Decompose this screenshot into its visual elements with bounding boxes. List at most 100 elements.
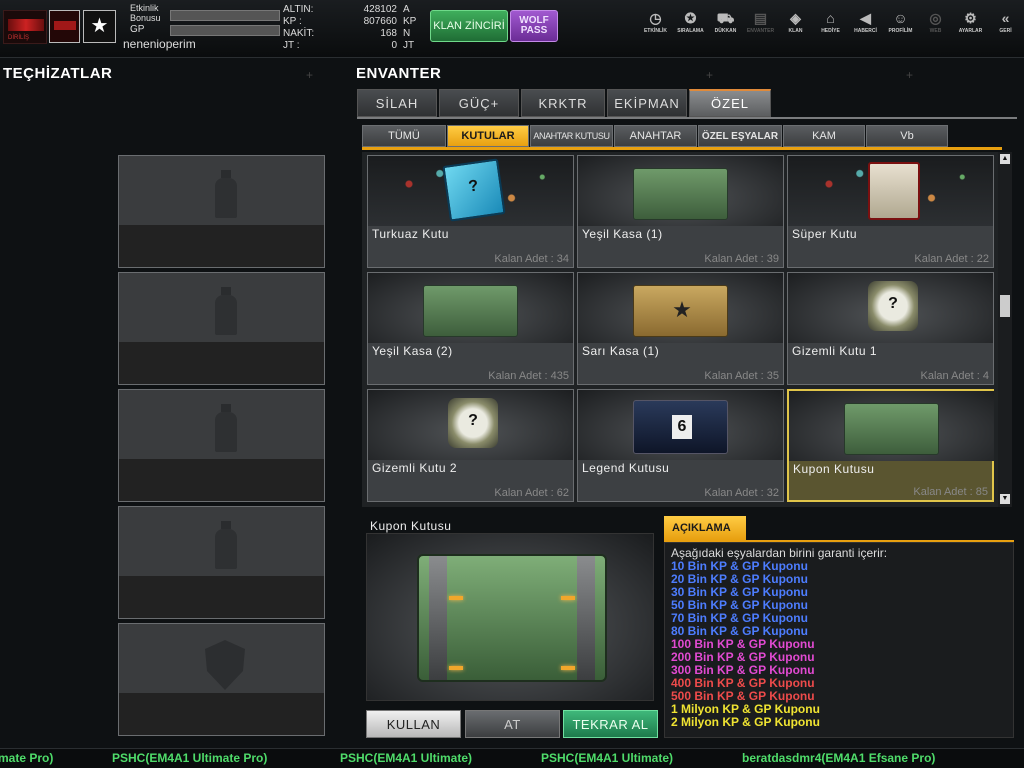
subtab-divider	[362, 147, 1002, 150]
tab-description[interactable]: AÇIKLAMA	[664, 516, 746, 540]
stat-row-gold: ALTIN: 428102 A	[283, 4, 410, 15]
mystery-box-icon: ?	[868, 281, 918, 331]
nav-profilim[interactable]: ☺ PROFİLİM	[883, 8, 918, 48]
item-image: ?	[368, 390, 573, 460]
scroll-down-icon[interactable]: ▼	[1000, 494, 1010, 504]
megaphone-icon: ◀	[860, 10, 871, 26]
item-card[interactable]: Yeşil Kasa (2) Kalan Adet : 435	[367, 272, 574, 385]
event-bonus-label: Etkinlik Bonusu	[130, 3, 161, 23]
item-card[interactable]: ? Gizemli Kutu 2 Kalan Adet : 62	[367, 389, 574, 502]
item-image: ★	[578, 273, 783, 343]
ticker-item: mate Pro)	[0, 751, 54, 765]
item-count: Kalan Adet : 4	[920, 370, 990, 382]
scroll-thumb[interactable]	[1000, 295, 1010, 317]
nav-klan[interactable]: ◈ KLAN	[778, 8, 813, 48]
medal-icon: ✪	[684, 10, 697, 26]
gift-icon: ⌂	[826, 10, 835, 26]
ticker-item: beratdasdmr4(EM4A1 Efsane Pro)	[742, 751, 936, 765]
item-name: Kupon Kutusu	[793, 462, 875, 476]
profile-icon: ☺	[893, 10, 908, 26]
tab-ozel[interactable]: ÖZEL	[689, 89, 771, 117]
item-image: ?	[788, 273, 993, 343]
subtab-anahtar[interactable]: ANAHTAR	[614, 125, 697, 147]
item-card[interactable]: ? Gizemli Kutu 1 Kalan Adet : 4	[787, 272, 994, 385]
subtab-kam[interactable]: KAM	[783, 125, 865, 147]
clan-emblem[interactable]	[49, 10, 80, 43]
stopwatch-icon: ◷	[649, 10, 662, 26]
nav-haberci[interactable]: ◀ HABERCİ	[848, 8, 883, 48]
plus-marker: +	[906, 68, 914, 82]
wolf-pass-button[interactable]: WOLF PASS	[510, 10, 558, 42]
clan-chain-button[interactable]: KLAN ZİNCİRİ	[430, 10, 508, 42]
spray-can-icon	[215, 404, 237, 452]
use-button[interactable]: KULLAN	[366, 710, 461, 738]
scroll-up-icon[interactable]: ▲	[1000, 154, 1010, 164]
item-image: 6	[578, 390, 783, 460]
tab-silah[interactable]: SİLAH	[357, 89, 437, 117]
ticker-item: PSHC(EM4A1 Ultimate)	[340, 751, 473, 765]
item-card-selected[interactable]: Kupon Kutusu Kalan Adet : 85	[787, 389, 994, 502]
cart-icon: ⛟	[716, 10, 735, 26]
top-bar: DİRİLİŞ ★ Etkinlik Bonusu GP nenenioperi…	[0, 0, 1024, 58]
buy-again-button[interactable]: TEKRAR AL	[563, 710, 658, 738]
nav-ayarlar[interactable]: ⚙ AYARLAR	[953, 8, 988, 48]
stat-row-cash: NAKİT: 168 N	[283, 28, 411, 39]
subtab-kutular[interactable]: KUTULAR	[447, 125, 529, 147]
nav-envanter[interactable]: ▤ ENVANTER	[743, 8, 778, 48]
item-card[interactable]: Süper Kutu Kalan Adet : 22	[787, 155, 994, 268]
mystery-box-icon: ?	[448, 398, 498, 448]
equipment-slot[interactable]	[118, 272, 325, 385]
turquoise-box-icon: ?	[442, 158, 506, 222]
gear-icon: ⚙	[964, 10, 977, 26]
preview-image	[366, 533, 654, 701]
item-name: Gizemli Kutu 2	[372, 461, 458, 475]
nav-siralama[interactable]: ✪ SIRALAMA	[673, 8, 708, 48]
ticker-item: PSHC(EM4A1 Ultimate Pro)	[112, 751, 268, 765]
item-card[interactable]: ★ Sarı Kasa (1) Kalan Adet : 35	[577, 272, 784, 385]
item-card[interactable]: ? Turkuaz Kutu Kalan Adet : 34	[367, 155, 574, 268]
item-image	[789, 391, 994, 461]
subtab-tumu[interactable]: TÜMÜ	[362, 125, 446, 147]
item-count: Kalan Adet : 39	[704, 253, 779, 265]
item-name: Yeşil Kasa (2)	[372, 344, 453, 358]
subtab-ozel-esyalar[interactable]: ÖZEL EŞYALAR	[698, 125, 782, 147]
subtab-anahtar-kutusu[interactable]: ANAHTAR KUTUSU	[530, 125, 613, 147]
drop-button[interactable]: AT	[465, 710, 560, 738]
gp-bar	[170, 25, 280, 36]
plus-marker: +	[306, 68, 314, 82]
gold-crate-icon: ★	[633, 285, 728, 337]
description-panel: Aşağıdaki eşyalardan birini garanti içer…	[664, 542, 1014, 738]
tab-krktr[interactable]: KRKTR	[521, 89, 605, 117]
nav-etkinlik[interactable]: ◷ ETKİNLİK	[638, 8, 673, 48]
grid-scrollbar[interactable]: ▲ ▼	[998, 152, 1012, 507]
item-name: Süper Kutu	[792, 227, 858, 241]
currency-stats: ALTIN: 428102 A KP :807660 KP NAKİT: 168 N JT…	[283, 4, 423, 52]
spray-can-icon	[215, 521, 237, 569]
equipment-slot[interactable]	[118, 389, 325, 502]
legend-box-icon: 6	[633, 400, 728, 454]
inventory-icon: ▤	[753, 10, 768, 26]
tab-guc[interactable]: GÜÇ+	[439, 89, 519, 117]
equipment-slot[interactable]	[118, 155, 325, 268]
item-image: ?	[368, 156, 573, 226]
main-nav: ◷ ETKİNLİK ✪ SIRALAMA ⛟ DÜKKAN ▤ ENVANTER ◈ K…	[638, 8, 1023, 48]
green-crate-icon	[633, 168, 728, 220]
item-name: Gizemli Kutu 1	[792, 344, 878, 358]
nav-geri[interactable]: «GERİ	[988, 8, 1023, 48]
tab-ekipman[interactable]: EKİPMAN	[607, 89, 687, 117]
nav-web[interactable]: ◎ WEB	[918, 8, 953, 48]
item-image	[368, 273, 573, 343]
subtab-vb[interactable]: Vb	[866, 125, 948, 147]
description-line: 2 Milyon KP & GP Kuponu	[671, 715, 820, 729]
nav-hediye[interactable]: ⌂ HEDİYE	[813, 8, 848, 48]
item-card[interactable]: 6 Legend Kutusu Kalan Adet : 32	[577, 389, 784, 502]
equipment-slot[interactable]	[118, 506, 325, 619]
item-name: Yeşil Kasa (1)	[582, 227, 663, 241]
equipment-title: TEÇHİZATLAR	[3, 65, 113, 82]
equipment-slot[interactable]	[118, 623, 325, 736]
inventory-title: ENVANTER	[356, 65, 442, 82]
item-name: Legend Kutusu	[582, 461, 670, 475]
item-card[interactable]: Yeşil Kasa (1) Kalan Adet : 39	[577, 155, 784, 268]
nav-dukkan[interactable]: ⛟ DÜKKAN	[708, 8, 743, 48]
ticker-item: PSHC(EM4A1 Ultimate)	[541, 751, 674, 765]
